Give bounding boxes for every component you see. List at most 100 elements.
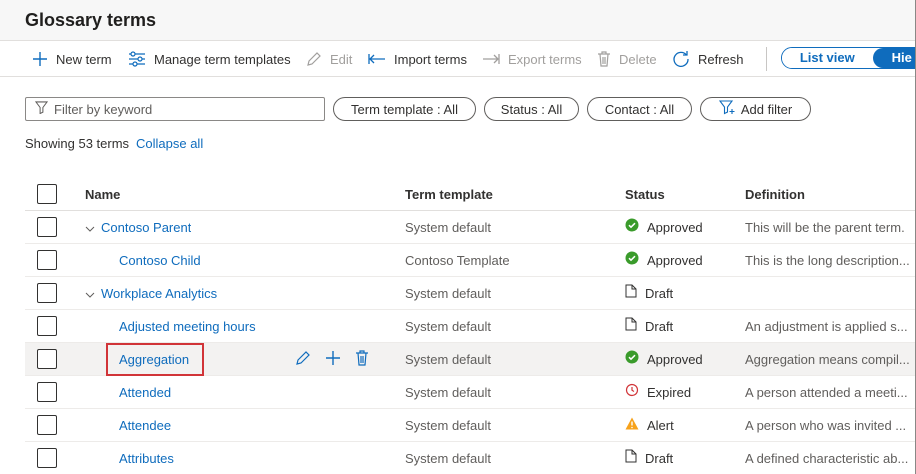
row-checkbox[interactable] [37, 415, 57, 435]
new-term-label: New term [56, 51, 112, 67]
status-cell: Draft [625, 277, 740, 310]
definition-cell: A person who was invited ... [745, 418, 907, 433]
filter-icon [34, 101, 49, 117]
trash-icon [597, 51, 611, 67]
status-cell: Draft [625, 442, 740, 474]
row-actions [295, 343, 369, 376]
row-checkbox[interactable] [37, 316, 57, 336]
definition-cell [745, 277, 916, 310]
export-arrow-icon [482, 51, 500, 67]
column-header-status[interactable]: Status [625, 178, 665, 211]
plus-icon [32, 51, 48, 67]
highlight-box [106, 343, 204, 376]
page-title: Glossary terms [25, 10, 157, 30]
status-label: Approved [647, 220, 703, 235]
template-cell: System default [405, 319, 491, 334]
term-link[interactable]: Attended [119, 385, 171, 400]
template-cell: Contoso Template [405, 253, 510, 268]
delete-button[interactable]: Delete [597, 41, 657, 77]
edit-pencil-icon[interactable] [295, 350, 311, 369]
approved-icon [625, 343, 639, 376]
approved-icon [625, 211, 639, 244]
definition-cell: An adjustment is applied s... [745, 319, 908, 334]
table-row[interactable]: Attended System default Expired A person… [25, 376, 916, 409]
keyword-filter-placeholder: Filter by keyword [54, 101, 153, 117]
table-row[interactable]: Contoso Parent System default Approved T… [25, 211, 916, 244]
hierarchical-view-button[interactable]: Hie [872, 48, 916, 68]
add-child-plus-icon[interactable] [325, 350, 341, 369]
row-checkbox[interactable] [37, 283, 57, 303]
table-row[interactable]: Workplace Analytics System default Draft [25, 277, 916, 310]
status-label: Draft [645, 319, 674, 334]
status-filter[interactable]: Status : All [484, 97, 579, 121]
column-header-definition[interactable]: Definition [745, 178, 805, 211]
term-template-filter[interactable]: Term template : All [333, 97, 476, 121]
definition-cell: This will be the parent term. [745, 220, 905, 235]
term-link[interactable]: Contoso Child [119, 253, 201, 268]
status-label: Approved [647, 253, 703, 268]
contact-filter[interactable]: Contact : All [587, 97, 692, 121]
status-label: Expired [647, 385, 692, 400]
refresh-label: Refresh [698, 51, 744, 67]
template-cell: System default [405, 451, 491, 466]
import-terms-button[interactable]: Import terms [368, 41, 467, 77]
draft-icon [625, 310, 637, 343]
export-terms-label: Export terms [508, 51, 582, 67]
template-cell: System default [405, 286, 491, 301]
term-link[interactable]: Contoso Parent [101, 220, 191, 235]
chevron-down-icon[interactable] [85, 279, 97, 310]
name-cell: Attendee [119, 409, 171, 442]
add-filter-icon [718, 100, 735, 118]
definition-cell: This is the long description... [745, 253, 910, 268]
status-label: Draft [645, 286, 674, 301]
add-filter-button[interactable]: Add filter [700, 97, 811, 121]
select-all-checkbox[interactable] [37, 184, 57, 204]
status-label: Approved [647, 352, 703, 367]
page-header: Glossary terms [0, 0, 916, 41]
delete-label: Delete [619, 51, 657, 67]
list-view-button[interactable]: List view [782, 48, 873, 68]
manage-term-templates-button[interactable]: Manage term templates [128, 41, 291, 77]
manage-term-templates-label: Manage term templates [154, 51, 291, 67]
row-checkbox[interactable] [37, 217, 57, 237]
definition-cell: A defined characteristic ab... [745, 451, 909, 466]
name-cell: Attributes [119, 442, 174, 474]
chevron-down-icon[interactable] [85, 213, 97, 244]
term-link[interactable]: Adjusted meeting hours [119, 319, 256, 334]
collapse-all-link[interactable]: Collapse all [136, 136, 203, 151]
template-cell: System default [405, 418, 491, 433]
import-terms-label: Import terms [394, 51, 467, 67]
edit-button[interactable]: Edit [306, 41, 352, 77]
export-terms-button[interactable]: Export terms [482, 41, 582, 77]
add-filter-label: Add filter [740, 101, 793, 117]
table-row[interactable]: Attributes System default Draft A define… [25, 442, 916, 474]
template-cell: System default [405, 220, 491, 235]
template-cell: System default [405, 385, 491, 400]
row-checkbox[interactable] [37, 448, 57, 468]
table-row[interactable]: Attendee System default Alert A person w… [25, 409, 916, 442]
new-term-button[interactable]: New term [32, 41, 112, 77]
term-link[interactable]: Attributes [119, 451, 174, 466]
row-checkbox[interactable] [37, 349, 57, 369]
status-cell: Expired [625, 376, 740, 409]
term-link[interactable]: Attendee [119, 418, 171, 433]
table-row[interactable]: Aggregation System default Approved Aggr… [25, 343, 916, 376]
delete-trash-icon[interactable] [355, 350, 369, 369]
draft-icon [625, 277, 637, 310]
sliders-icon [128, 51, 146, 67]
status-label: Draft [645, 451, 674, 466]
keyword-filter-input[interactable]: Filter by keyword [25, 97, 325, 121]
row-checkbox[interactable] [37, 382, 57, 402]
table-row[interactable]: Adjusted meeting hours System default Dr… [25, 310, 916, 343]
term-link[interactable]: Workplace Analytics [101, 286, 217, 301]
table-header-row: Name Term template Status Definition [25, 178, 916, 211]
table-row[interactable]: Contoso Child Contoso Template Approved … [25, 244, 916, 277]
row-checkbox[interactable] [37, 250, 57, 270]
column-header-name[interactable]: Name [85, 178, 120, 211]
definition-cell: A person attended a meeti... [745, 385, 908, 400]
column-header-term-template[interactable]: Term template [405, 178, 493, 211]
refresh-button[interactable]: Refresh [672, 41, 744, 77]
status-cell: Approved [625, 211, 740, 244]
name-cell: Contoso Child [119, 244, 201, 277]
definition-cell: Aggregation means compil... [745, 352, 910, 367]
